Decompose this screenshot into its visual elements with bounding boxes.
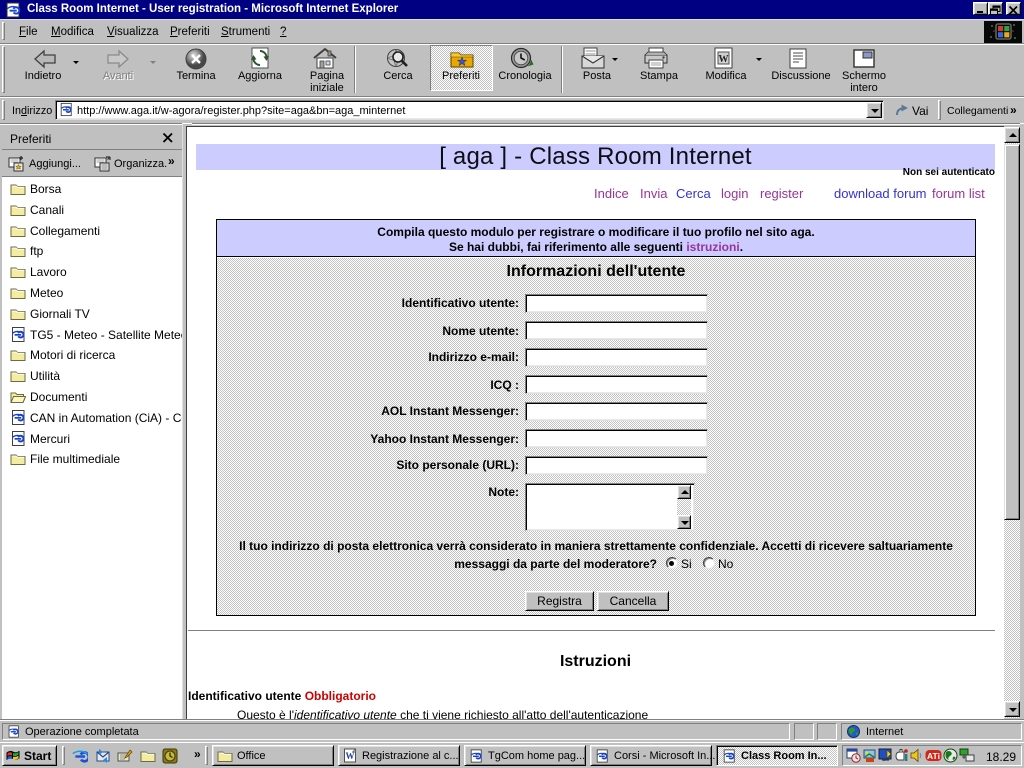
svg-text:W: W bbox=[346, 751, 355, 761]
svg-text:W: W bbox=[719, 54, 729, 65]
svg-text:ATi: ATi bbox=[927, 751, 940, 761]
